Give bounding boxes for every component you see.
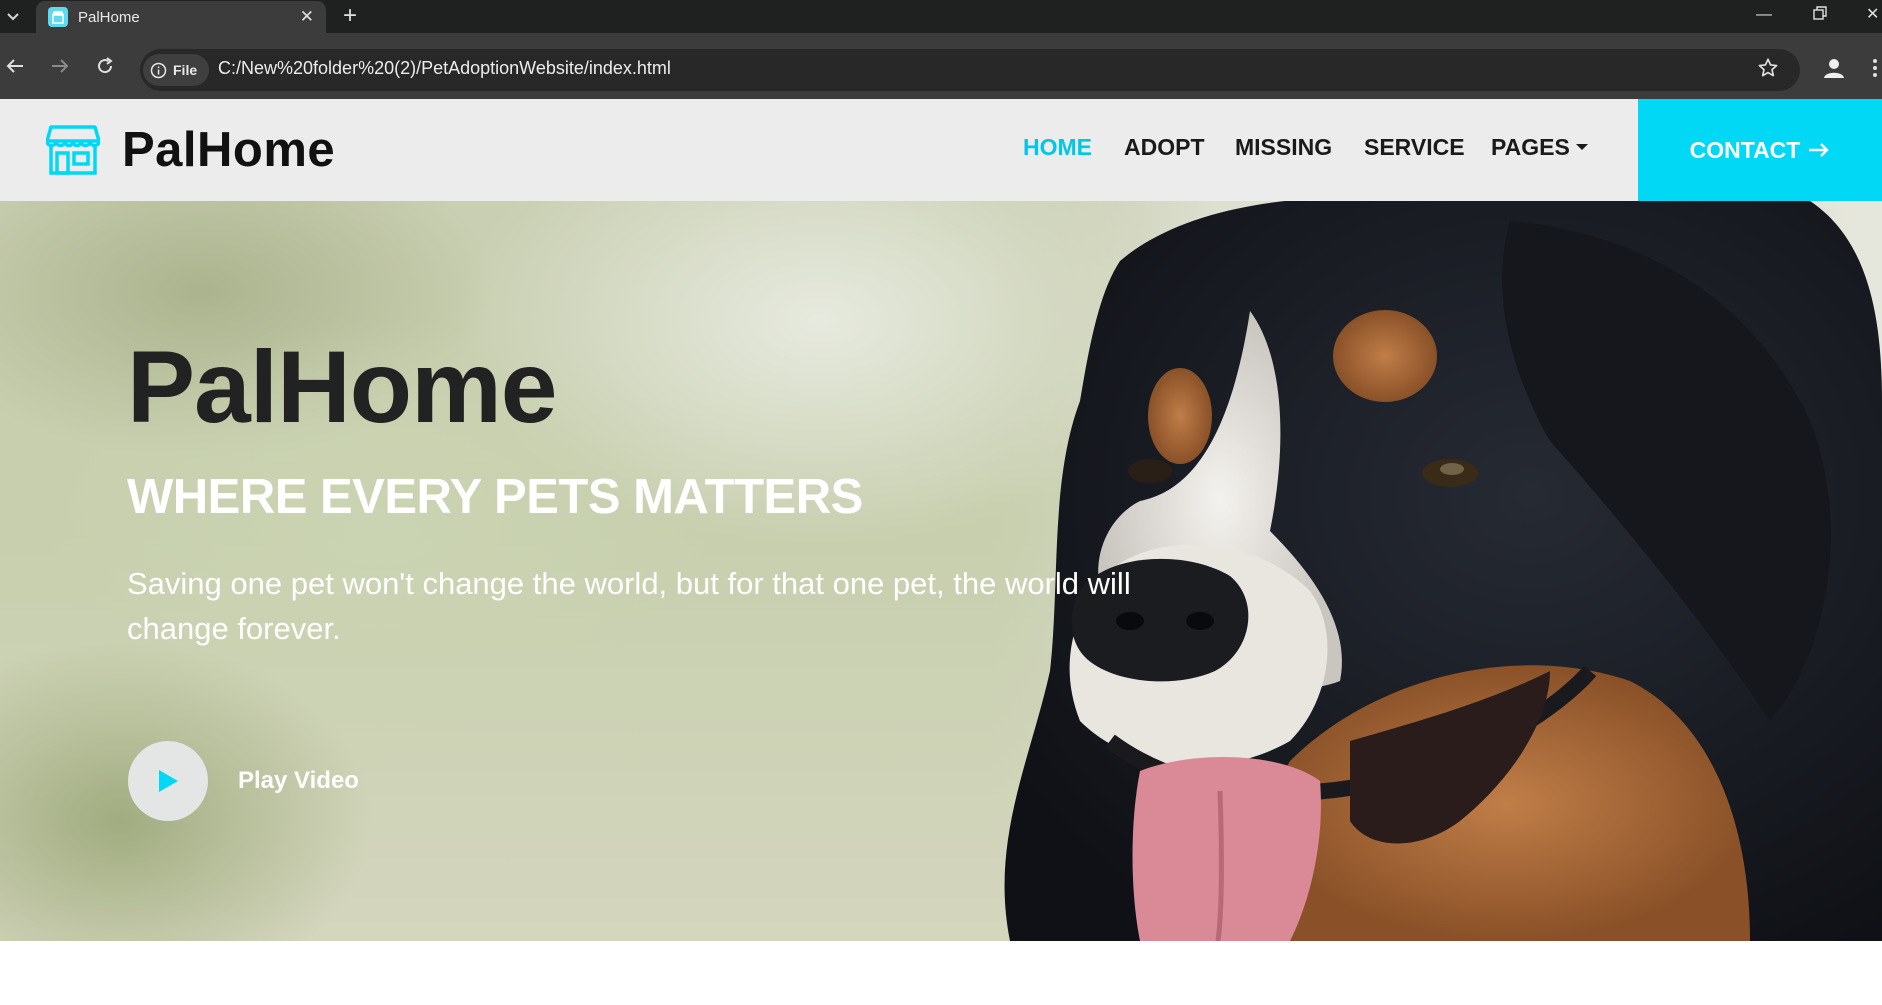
- url-text[interactable]: C:/New%20folder%20(2)/PetAdoptionWebsite…: [218, 58, 671, 79]
- nav-service[interactable]: SERVICE: [1364, 134, 1465, 161]
- hero-subtitle: WHERE EVERY PETS MATTERS: [127, 470, 863, 524]
- new-tab-icon[interactable]: +: [343, 4, 357, 28]
- play-video-button[interactable]: Play Video: [128, 741, 359, 821]
- hero-description: Saving one pet won't change the world, b…: [127, 566, 1131, 646]
- caret-down-icon: [1575, 144, 1588, 151]
- nav-pages-dropdown[interactable]: PAGES: [1491, 134, 1588, 161]
- tab-title: PalHome: [78, 8, 140, 26]
- nav-home[interactable]: HOME: [1023, 134, 1092, 161]
- hero-title: PalHome: [127, 330, 557, 444]
- favicon-icon: [48, 7, 68, 27]
- info-icon: [150, 62, 167, 78]
- hero-section: PalHome WHERE EVERY PETS MATTERS Saving …: [0, 201, 1882, 941]
- site-info-chip[interactable]: File: [143, 54, 209, 86]
- tab-search-chevron-icon[interactable]: [0, 0, 26, 33]
- site-info-label: File: [173, 62, 198, 78]
- play-icon[interactable]: [128, 741, 208, 821]
- arrow-right-icon: [1809, 143, 1830, 157]
- profile-icon[interactable]: [1822, 56, 1846, 85]
- contact-label: CONTACT: [1689, 136, 1801, 163]
- restore-icon[interactable]: [1813, 6, 1827, 25]
- menu-kebab-icon[interactable]: [1872, 58, 1878, 83]
- browser-tab[interactable]: PalHome ✕: [36, 1, 326, 33]
- brand-logo-link[interactable]: PalHome: [46, 122, 335, 178]
- tab-close-icon[interactable]: ✕: [300, 8, 314, 26]
- browser-tab-bar: PalHome ✕ + — ✕: [0, 0, 1882, 33]
- bookmark-star-icon[interactable]: [1757, 57, 1779, 84]
- store-icon: [46, 125, 100, 175]
- nav-missing[interactable]: MISSING: [1235, 134, 1332, 161]
- site-header: PalHome HOME ADOPT MISSING SERVICE PAGES: [0, 99, 1882, 201]
- minimize-icon[interactable]: —: [1756, 6, 1772, 24]
- contact-button[interactable]: CONTACT: [1638, 99, 1882, 201]
- nav-adopt[interactable]: ADOPT: [1124, 134, 1205, 161]
- close-window-icon[interactable]: ✕: [1866, 6, 1879, 24]
- back-icon[interactable]: [2, 53, 28, 79]
- reload-icon[interactable]: [92, 53, 118, 79]
- forward-icon[interactable]: [47, 53, 73, 79]
- brand-name: PalHome: [122, 123, 336, 177]
- play-video-label[interactable]: Play Video: [238, 767, 359, 795]
- nav-pages-label: PAGES: [1491, 134, 1570, 160]
